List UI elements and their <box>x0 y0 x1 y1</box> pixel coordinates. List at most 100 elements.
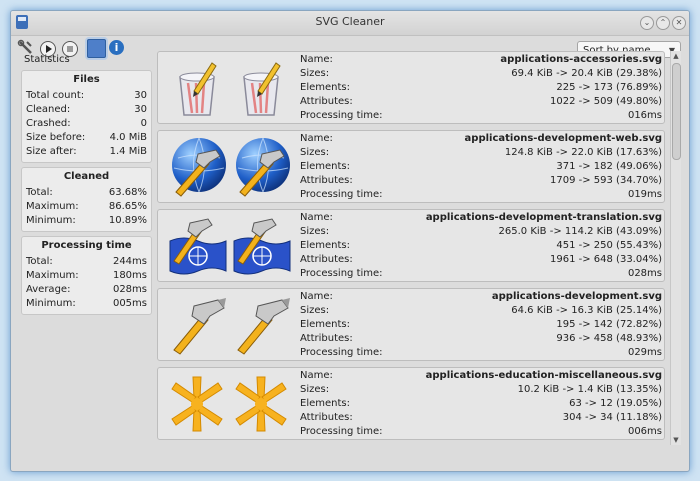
time-label: Processing time: <box>300 189 383 200</box>
hammer-icon <box>237 298 290 355</box>
info-button[interactable]: i <box>109 40 124 55</box>
stat-label: Total: <box>26 256 53 267</box>
sizes-value: 124.8 KiB -> 22.0 KiB (17.63%) <box>504 147 662 158</box>
attributes-label: Attributes: <box>300 175 353 186</box>
elements-value: 451 -> 250 (55.43%) <box>556 240 662 251</box>
stat-label: Maximum: <box>26 270 79 281</box>
time-label: Processing time: <box>300 110 383 121</box>
sizes-label: Sizes: <box>300 68 330 79</box>
stat-value: 005ms <box>112 298 147 309</box>
stat-value: 0 <box>140 118 147 129</box>
stat-label: Total count: <box>26 90 85 101</box>
sizes-value: 10.2 KiB -> 1.4 KiB (13.35%) <box>517 384 662 395</box>
file-name: applications-development.svg <box>491 291 662 302</box>
globe-hammer-icon <box>236 137 290 197</box>
file-list-item[interactable]: Name: applications-development-translatio… <box>157 209 665 282</box>
cleaned-preview <box>230 136 292 198</box>
elements-label: Elements: <box>300 398 350 409</box>
elements-label: Elements: <box>300 319 350 330</box>
stat-value: 1.4 MiB <box>109 146 147 157</box>
cleaned-group-title: Cleaned <box>63 171 110 182</box>
elements-label: Elements: <box>300 82 350 93</box>
original-preview <box>166 373 228 435</box>
file-list-item[interactable]: Name: applications-education-miscellaneou… <box>157 367 665 440</box>
sizes-label: Sizes: <box>300 226 330 237</box>
attributes-value: 304 -> 34 (11.18%) <box>562 412 662 423</box>
stat-label: Size before: <box>26 132 86 143</box>
stat-label: Size after: <box>26 146 77 157</box>
file-list-item[interactable]: Name: applications-development.svg Sizes:… <box>157 288 665 361</box>
sizes-label: Sizes: <box>300 384 330 395</box>
stat-label: Cleaned: <box>26 104 71 115</box>
maximize-button[interactable]: ⌃ <box>656 16 670 30</box>
file-list-item[interactable]: Name: applications-development-web.svg Si… <box>157 130 665 203</box>
flag-hammer-icon <box>169 218 227 275</box>
stat-value: 244ms <box>112 256 147 267</box>
scroll-up-icon[interactable]: ▲ <box>671 51 681 61</box>
sizes-label: Sizes: <box>300 305 330 316</box>
name-label: Name: <box>300 370 333 381</box>
sizes-value: 64.6 KiB -> 16.3 KiB (25.14%) <box>511 305 662 316</box>
file-name: applications-development-translation.svg <box>425 212 662 223</box>
scrollbar-thumb[interactable] <box>672 63 681 160</box>
asterisk-icon <box>171 376 223 432</box>
trash-pencil-icon <box>243 62 281 116</box>
sizes-value: 265.0 KiB -> 114.2 KiB (43.09%) <box>498 226 662 237</box>
files-group: Files Total count: 30 Cleaned: 30 Crashed:… <box>21 70 152 163</box>
stat-label: Minimum: <box>26 215 76 226</box>
stat-label: Minimum: <box>26 298 76 309</box>
close-button[interactable]: ✕ <box>672 16 686 30</box>
attributes-value: 1961 -> 648 (33.04%) <box>550 254 662 265</box>
elements-value: 63 -> 12 (19.05%) <box>569 398 662 409</box>
file-list[interactable]: Name: applications-accessories.svg Sizes:… <box>157 51 665 445</box>
stat-value: 30 <box>134 104 147 115</box>
original-preview <box>166 136 228 198</box>
stat-label: Total: <box>26 187 53 198</box>
time-label: Processing time: <box>300 268 383 279</box>
info-icon: i <box>114 41 119 54</box>
stat-value: 86.65% <box>108 201 147 212</box>
time-value: 016ms <box>627 110 662 121</box>
file-name: applications-development-web.svg <box>464 133 662 144</box>
stat-label: Maximum: <box>26 201 79 212</box>
name-label: Name: <box>300 133 333 144</box>
cleaned-preview <box>230 294 292 356</box>
globe-hammer-icon <box>172 137 226 197</box>
time-value: 006ms <box>627 426 662 437</box>
time-group: Processing time Total: 244ms Maximum: 180m… <box>21 236 152 315</box>
scroll-down-icon[interactable]: ▼ <box>671 435 681 445</box>
attributes-value: 1022 -> 509 (49.80%) <box>550 96 662 107</box>
name-label: Name: <box>300 212 333 223</box>
attributes-label: Attributes: <box>300 96 353 107</box>
window-title: SVG Cleaner <box>315 15 385 28</box>
cleaned-preview <box>230 215 292 277</box>
attributes-value: 936 -> 458 (48.93%) <box>556 333 662 344</box>
name-label: Name: <box>300 54 333 65</box>
time-label: Processing time: <box>300 426 383 437</box>
stat-value: 10.89% <box>108 215 147 226</box>
time-label: Processing time: <box>300 347 383 358</box>
cleaned-group: Cleaned Total: 63.68% Maximum: 86.65% Mini… <box>21 167 152 232</box>
attributes-label: Attributes: <box>300 254 353 265</box>
minimize-button[interactable]: ⌄ <box>640 16 654 30</box>
attributes-label: Attributes: <box>300 333 353 344</box>
original-preview <box>166 57 228 119</box>
elements-value: 225 -> 173 (76.89%) <box>556 82 662 93</box>
stat-value: 30 <box>134 90 147 101</box>
file-list-item[interactable]: Name: applications-accessories.svg Sizes:… <box>157 51 665 124</box>
hammer-icon <box>173 298 226 355</box>
cleaned-preview <box>230 57 292 119</box>
elements-label: Elements: <box>300 161 350 172</box>
original-preview <box>166 294 228 356</box>
time-value: 028ms <box>627 268 662 279</box>
elements-label: Elements: <box>300 240 350 251</box>
attributes-label: Attributes: <box>300 412 353 423</box>
file-name: applications-education-miscellaneous.svg <box>425 370 662 381</box>
flag-hammer-icon <box>233 218 291 275</box>
scrollbar[interactable]: ▲ ▼ <box>670 51 681 445</box>
title-bar[interactable]: SVG Cleaner ⌄ ⌃ ✕ <box>11 11 689 36</box>
elements-value: 371 -> 182 (49.06%) <box>556 161 662 172</box>
cleaned-preview <box>230 373 292 435</box>
original-preview <box>166 215 228 277</box>
time-value: 029ms <box>627 347 662 358</box>
